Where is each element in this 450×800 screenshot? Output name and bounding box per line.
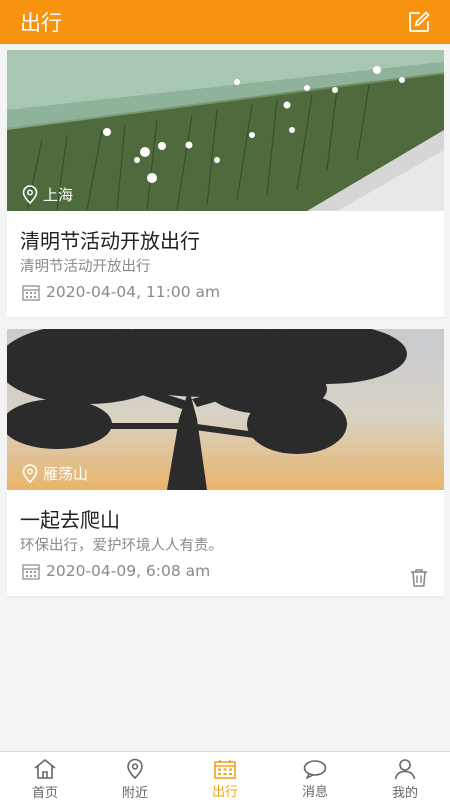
- chat-bubble-icon: [303, 758, 327, 779]
- tab-mine[interactable]: 我的: [360, 752, 450, 800]
- page-title: 出行: [20, 11, 62, 35]
- post-card[interactable]: 上海 清明节活动开放出行 清明节活动开放出行 2020-04-04, 11:00…: [7, 50, 444, 317]
- tab-messages[interactable]: 消息: [270, 752, 360, 800]
- edit-icon[interactable]: [406, 9, 432, 35]
- trash-icon[interactable]: [410, 568, 428, 588]
- post-description: 环保出行，爱护环境人人有责。: [20, 538, 223, 554]
- calendar-icon: [22, 563, 40, 580]
- post-title: 一起去爬山: [20, 508, 120, 532]
- post-card[interactable]: 雁荡山 一起去爬山 环保出行，爱护环境人人有责。 2020-04-09, 6:0…: [7, 329, 444, 596]
- post-photo-tree: 雁荡山: [7, 329, 444, 490]
- post-date-text: 2020-04-09, 6:08 am: [46, 562, 211, 580]
- calendar-icon: [22, 284, 40, 301]
- post-location-label: 雁荡山: [43, 465, 89, 483]
- tab-label: 出行: [211, 785, 238, 800]
- tab-label: 首页: [31, 786, 58, 800]
- post-photo-flowers: 上海: [7, 50, 444, 211]
- tab-label: 我的: [391, 786, 418, 800]
- calendar-icon: [213, 758, 237, 779]
- location-pin-icon: [22, 184, 38, 204]
- post-description: 清明节活动开放出行: [20, 259, 151, 275]
- post-title: 清明节活动开放出行: [20, 229, 200, 253]
- post-location-label: 上海: [43, 186, 74, 204]
- location-pin-icon: [22, 463, 38, 483]
- tab-nearby[interactable]: 附近: [90, 752, 180, 800]
- app-bar: 出行: [0, 0, 450, 44]
- post-date: 2020-04-09, 6:08 am: [22, 562, 210, 580]
- tab-travel[interactable]: 出行: [180, 752, 270, 800]
- user-icon: [393, 758, 417, 780]
- tab-label: 消息: [301, 785, 328, 800]
- post-date-text: 2020-04-04, 11:00 am: [46, 283, 221, 301]
- post-date: 2020-04-04, 11:00 am: [22, 283, 220, 301]
- bottom-tab-bar: 首页 附近 出行 消息 我的: [0, 751, 450, 800]
- location-pin-icon: [123, 758, 147, 780]
- tab-home[interactable]: 首页: [0, 752, 90, 800]
- tab-label: 附近: [121, 786, 148, 800]
- home-icon: [33, 758, 57, 780]
- post-location: 上海: [21, 184, 73, 205]
- post-location: 雁荡山: [21, 463, 88, 484]
